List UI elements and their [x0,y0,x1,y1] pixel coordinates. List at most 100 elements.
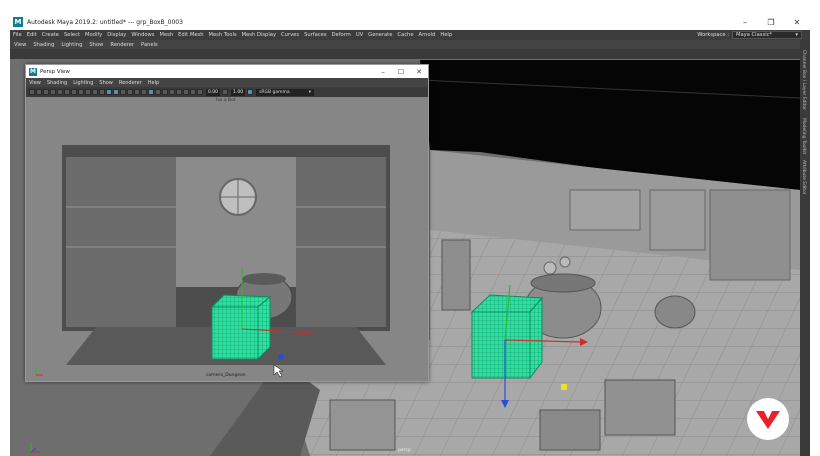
grid-icon[interactable] [57,89,63,95]
menu-generate[interactable]: Generate [368,32,392,38]
persp-camera-label: camera_Dungeon [206,373,246,378]
motion-blur-icon[interactable] [155,89,161,95]
menu-display[interactable]: Display [107,32,126,38]
workspace-label: Workspace : [697,32,729,38]
menu-windows[interactable]: Windows [131,32,154,38]
persp-menu-show[interactable]: Show [99,80,113,86]
persp-menu-lighting[interactable]: Lighting [73,80,93,86]
depth-of-field-icon[interactable] [169,89,175,95]
menu-deform[interactable]: Deform [332,32,351,38]
viewport-camera-label: persp [398,448,411,453]
persp-menu-view[interactable]: View [29,80,41,86]
chevron-down-icon: ▾ [795,32,798,38]
menu-edit[interactable]: Edit [27,32,37,38]
right-tab-strip: Channel Box / Layer Editor Modeling Tool… [800,40,810,456]
image-plane-icon[interactable] [50,89,56,95]
persp-title-bar[interactable]: M Persp View – ☐ ✕ [26,65,428,78]
gamma-icon[interactable] [222,89,229,95]
menu-uv[interactable]: UV [356,32,363,38]
xray-joints-icon[interactable] [190,89,196,95]
select-camera-icon[interactable] [29,89,35,95]
window-title: Autodesk Maya 2019.2: untitled* --- grp_… [27,18,183,26]
persp-toolbar: 0.00 1.00 sRGB gamma ▾ [26,87,428,97]
menu-arnold[interactable]: Arnold [419,32,436,38]
persp-menu-bar: View Shading Lighting Show Renderer Help [26,78,428,87]
menu-create[interactable]: Create [42,32,59,38]
menu-mesh-display[interactable]: Mesh Display [242,32,276,38]
persp-maximize-button[interactable]: ☐ [392,65,410,78]
camera-attributes-icon[interactable] [36,89,42,95]
bookmarks-icon[interactable] [43,89,49,95]
shadows-icon[interactable] [141,89,147,95]
main-menu-bar: File Edit Create Select Modify Display W… [10,30,810,40]
persp-menu-help[interactable]: Help [148,80,159,86]
use-lights-icon[interactable] [134,89,140,95]
anti-alias-icon[interactable] [162,89,168,95]
resolution-gate-icon[interactable] [71,89,77,95]
menu-select[interactable]: Select [64,32,80,38]
film-gate-icon[interactable] [64,89,70,95]
exposure-icon[interactable] [197,89,203,95]
smooth-shade-icon[interactable] [113,89,119,95]
menu-modify[interactable]: Modify [85,32,102,38]
minimize-button[interactable]: – [732,14,758,30]
viewport-toolbar[interactable] [10,49,800,59]
persp-hud-title: Iso a Bot [216,98,236,103]
ambient-occlusion-icon[interactable] [148,89,154,95]
color-space-dropdown[interactable]: sRGB gamma ▾ [256,88,315,96]
menu-help[interactable]: Help [440,32,452,38]
viewport-panel-menu: View Shading Lighting Show Renderer Pane… [10,40,800,49]
title-bar: M Autodesk Maya 2019.2: untitled* --- gr… [10,14,810,30]
textured-icon[interactable] [127,89,133,95]
exposure-field[interactable]: 0.00 [206,88,221,96]
viewport-menu-shading[interactable]: Shading [33,42,54,48]
maya-logo-icon: M [29,67,37,76]
persp-menu-renderer[interactable]: Renderer [119,80,142,86]
tab-attribute-editor[interactable]: Attribute Editor [801,160,806,195]
maximize-button[interactable]: ❐ [758,14,784,30]
maya-window: M Autodesk Maya 2019.2: untitled* --- gr… [10,14,810,456]
color-management-icon[interactable] [247,89,254,95]
menu-file[interactable]: File [13,32,22,38]
axis-gizmo-icon [30,443,40,453]
viewport-menu-panels[interactable]: Panels [141,42,158,48]
viewport-menu-view[interactable]: View [14,42,26,48]
main-viewport[interactable]: View Shading Lighting Show Renderer Pane… [10,40,800,456]
menu-cache[interactable]: Cache [397,32,413,38]
viewport-menu-show[interactable]: Show [89,42,103,48]
persp-minimize-button[interactable]: – [374,65,392,78]
persp-window-title: Persp View [40,68,70,75]
workspace-value: Maya Classic* [736,32,773,38]
workspace-dropdown[interactable]: Maya Classic* ▾ [732,31,802,39]
menu-mesh-tools[interactable]: Mesh Tools [209,32,237,38]
safe-action-icon[interactable] [92,89,98,95]
field-chart-icon[interactable] [85,89,91,95]
persp-view-window[interactable]: M Persp View – ☐ ✕ View Shading Lighting… [25,64,429,382]
wireframe-icon[interactable] [106,89,112,95]
gate-mask-icon[interactable] [78,89,84,95]
tab-channel-box[interactable]: Channel Box / Layer Editor [801,50,806,110]
persp-scene-render [26,97,428,381]
persp-menu-shading[interactable]: Shading [47,80,67,86]
isolate-select-icon[interactable] [176,89,182,95]
tab-modeling-toolkit[interactable]: Modeling Toolkit [801,118,806,154]
persp-viewport[interactable]: Iso a Bot camera_Dungeon [26,97,428,381]
menu-curves[interactable]: Curves [281,32,299,38]
maya-logo-icon: M [13,17,23,27]
xray-icon[interactable] [183,89,189,95]
gamma-field[interactable]: 1.00 [231,88,246,96]
viewport-menu-lighting[interactable]: Lighting [61,42,82,48]
menu-edit-mesh[interactable]: Edit Mesh [178,32,203,38]
brand-logo-icon [756,411,780,429]
workspace-selector: Workspace : Maya Classic* ▾ [697,30,802,40]
viewport-menu-renderer[interactable]: Renderer [110,42,134,48]
chevron-down-icon: ▾ [308,89,312,95]
menu-mesh[interactable]: Mesh [159,32,173,38]
brand-logo-badge [747,398,789,440]
safe-title-icon[interactable] [99,89,105,95]
color-space-value: sRGB gamma [259,89,290,95]
default-material-icon[interactable] [120,89,126,95]
menu-surfaces[interactable]: Surfaces [304,32,326,38]
persp-close-button[interactable]: ✕ [410,65,428,78]
close-button[interactable]: ✕ [784,14,810,30]
